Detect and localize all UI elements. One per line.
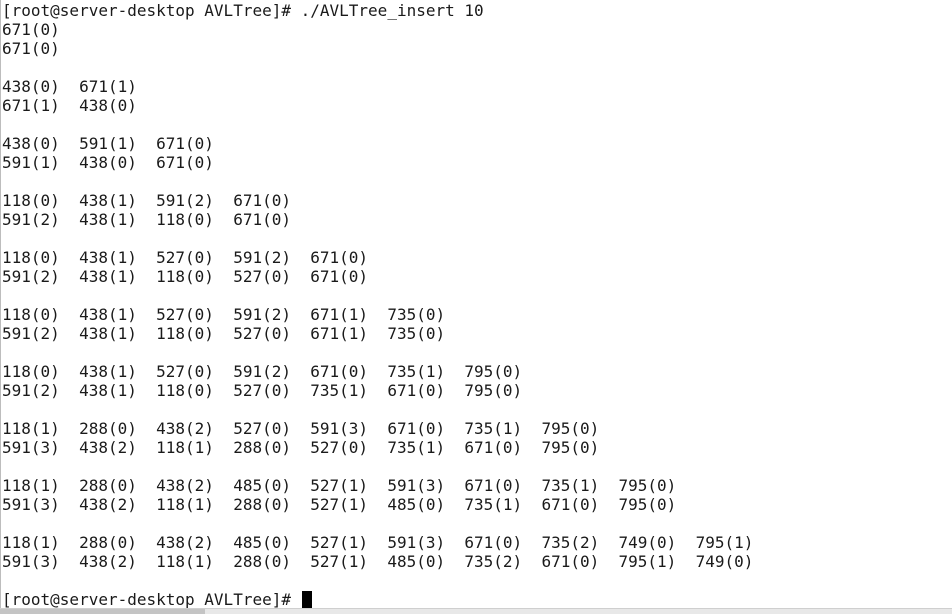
output-line: 591(3) 438(2) 118(1) 288(0) 527(0) 735(1… [2, 438, 600, 457]
terminal-window[interactable]: [root@server-desktop AVLTree]# ./AVLTree… [0, 0, 952, 614]
scrollbar-thumb[interactable] [0, 609, 205, 614]
output-line: 591(1) 438(0) 671(0) [2, 153, 214, 172]
prompt-line[interactable]: [root@server-desktop AVLTree]# [2, 590, 753, 609]
output-line: 591(2) 438(1) 118(0) 671(0) [2, 210, 291, 229]
text-cursor [301, 591, 312, 608]
output-line: 118(1) 288(0) 438(2) 527(0) 591(3) 671(0… [2, 419, 600, 438]
shell-prompt: [root@server-desktop AVLTree]# [2, 590, 301, 609]
output-line: 591(2) 438(1) 118(0) 527(0) 735(1) 671(0… [2, 381, 523, 400]
window-left-border [0, 0, 1, 614]
terminal-output[interactable]: [root@server-desktop AVLTree]# ./AVLTree… [2, 1, 753, 609]
output-line: 118(0) 438(1) 527(0) 591(2) 671(1) 735(0… [2, 305, 446, 324]
output-line: 591(3) 438(2) 118(1) 288(0) 527(1) 485(0… [2, 495, 677, 514]
output-line: 438(0) 671(1) [2, 77, 137, 96]
output-line: 671(1) 438(0) [2, 96, 137, 115]
output-line: 438(0) 591(1) 671(0) [2, 134, 214, 153]
output-line: 591(2) 438(1) 118(0) 527(0) 671(1) 735(0… [2, 324, 446, 343]
horizontal-scrollbar[interactable] [0, 608, 952, 614]
output-line: 671(0) [2, 39, 60, 58]
output-line: 671(0) [2, 20, 60, 39]
output-line: 591(2) 438(1) 118(0) 527(0) 671(0) [2, 267, 369, 286]
output-line: 118(0) 438(1) 527(0) 591(2) 671(0) 735(1… [2, 362, 523, 381]
output-line: 118(1) 288(0) 438(2) 485(0) 527(1) 591(3… [2, 476, 677, 495]
output-line: 118(0) 438(1) 527(0) 591(2) 671(0) [2, 248, 369, 267]
output-line: 591(3) 438(2) 118(1) 288(0) 527(1) 485(0… [2, 552, 754, 571]
output-line: 118(1) 288(0) 438(2) 485(0) 527(1) 591(3… [2, 533, 754, 552]
command-line: [root@server-desktop AVLTree]# ./AVLTree… [2, 1, 484, 20]
output-line: 118(0) 438(1) 591(2) 671(0) [2, 191, 291, 210]
